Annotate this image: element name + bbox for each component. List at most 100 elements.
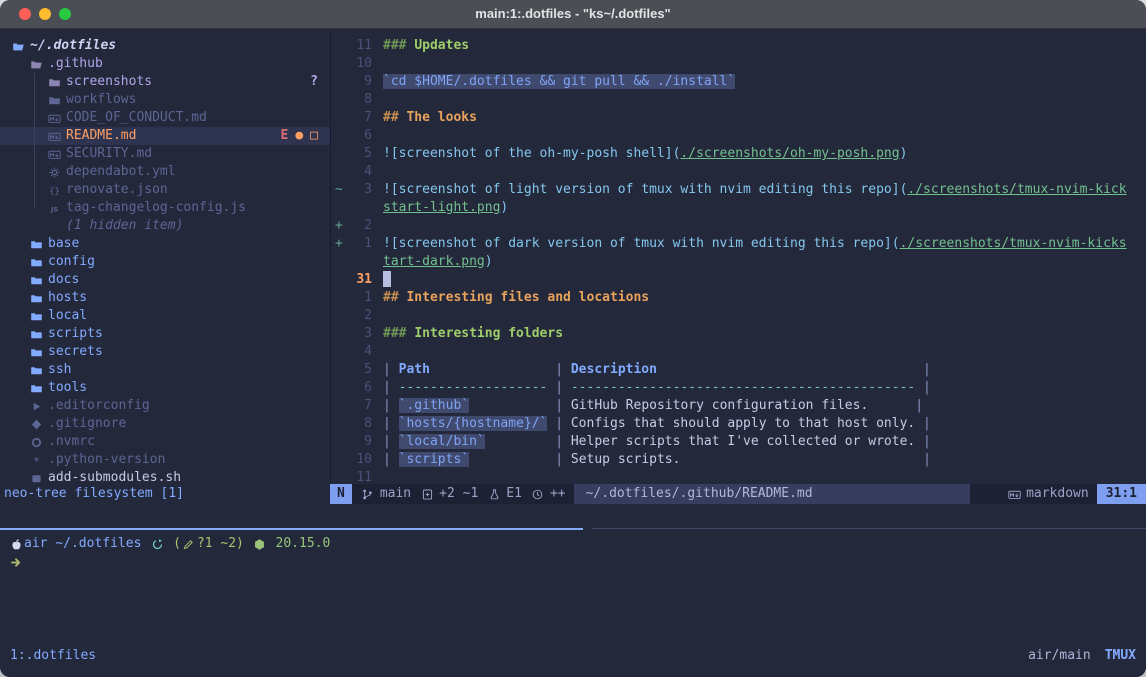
window-title: main:1:.dotfiles - "ks~/.dotfiles" — [475, 5, 670, 23]
line-number: 2 — [350, 307, 372, 325]
editor-line-wrap[interactable]: tart-dark.png) — [331, 253, 1146, 271]
filetype-item: markdown — [1006, 485, 1089, 503]
tree-item--nvmrc[interactable]: .nvmrc — [0, 433, 330, 451]
tree-item-label: .gitignore — [48, 415, 126, 433]
tree-item-screenshots[interactable]: screenshots? — [0, 73, 330, 91]
mode-indicator: N — [330, 484, 352, 504]
editor-line[interactable]: 1## Interesting files and locations — [331, 289, 1146, 307]
tree-item--1-hidden-item-[interactable]: (1 hidden item) — [0, 217, 330, 235]
status-badge: E — [281, 127, 289, 145]
editor-line[interactable]: ~3![screenshot of light version of tmux … — [331, 181, 1146, 199]
editor-line[interactable]: 3### Interesting folders — [331, 325, 1146, 343]
tree-item-local[interactable]: local — [0, 307, 330, 325]
tree-item-label: dependabot.yml — [66, 163, 176, 181]
line-text: ![screenshot of light version of tmux wi… — [372, 181, 1127, 199]
tree-item-tag-changelog-config-js[interactable]: JStag-changelog-config.js — [0, 199, 330, 217]
prompt-input-line[interactable] — [8, 553, 1146, 571]
git-segment-close: ) — [236, 535, 244, 553]
editor-line[interactable]: 8 — [331, 91, 1146, 109]
folder-icon — [28, 344, 44, 360]
tree-item--python-version[interactable]: *.python-version — [0, 451, 330, 469]
tree-item-hosts[interactable]: hosts — [0, 289, 330, 307]
tree-item-label: ~/.dotfiles — [30, 37, 116, 55]
tree-item-label: README.md — [66, 127, 136, 145]
editor-line[interactable]: 7| `.github` | GitHub Repository configu… — [331, 397, 1146, 415]
tree-item-dependabot-yml[interactable]: dependabot.yml — [0, 163, 330, 181]
tree-item-label: .python-version — [48, 451, 165, 469]
editor-line[interactable]: 5| Path | Description | — [331, 361, 1146, 379]
text-cursor — [383, 271, 391, 287]
editor-line[interactable]: 9`cd $HOME/.dotfiles && git pull && ./in… — [331, 73, 1146, 91]
tree-item-tools[interactable]: tools — [0, 379, 330, 397]
editor-line[interactable]: 10| `scripts` | Setup scripts. | — [331, 451, 1146, 469]
prompt-directory: ~/.dotfiles — [55, 535, 141, 553]
zoom-button[interactable] — [59, 8, 71, 20]
git-sign — [331, 37, 350, 55]
line-number: 1 — [350, 289, 372, 307]
line-number: 9 — [350, 73, 372, 91]
editor-line[interactable]: +2 — [331, 217, 1146, 235]
tree-item-label: hosts — [48, 289, 87, 307]
indent-guide — [34, 181, 35, 199]
tree-item-label: renovate.json — [66, 181, 168, 199]
indent-guide — [34, 73, 35, 91]
tree-item-ssh[interactable]: ssh — [0, 361, 330, 379]
tree-item--dotfiles[interactable]: ~/.dotfiles — [0, 37, 330, 55]
editor-line[interactable]: 4 — [331, 163, 1146, 181]
tree-item-base[interactable]: base — [0, 235, 330, 253]
tree-item-renovate-json[interactable]: {}renovate.json — [0, 181, 330, 199]
tree-item-label: ssh — [48, 361, 71, 379]
node-version: 20.15.0 — [276, 535, 331, 553]
editor-line[interactable]: 6| ------------------- | ---------------… — [331, 379, 1146, 397]
tree-item-docs[interactable]: docs — [0, 271, 330, 289]
line-number: 9 — [350, 433, 372, 451]
line-number: 5 — [350, 145, 372, 163]
git-branch-name: main — [380, 485, 411, 503]
line-number: 8 — [350, 415, 372, 433]
svg-text:JS: JS — [49, 205, 57, 213]
git-sign — [331, 361, 350, 379]
editor-line-wrap[interactable]: start-light.png) — [331, 199, 1146, 217]
tree-item--gitignore[interactable]: .gitignore — [0, 415, 330, 433]
tree-item--editorconfig[interactable]: .editorconfig — [0, 397, 330, 415]
git-sign: + — [331, 217, 350, 235]
tree-item-security-md[interactable]: SECURITY.md — [0, 145, 330, 163]
editor-line[interactable]: 7## The looks — [331, 109, 1146, 127]
editor-line[interactable]: 9| `local/bin` | Helper scripts that I'v… — [331, 433, 1146, 451]
editor-line[interactable]: 4 — [331, 343, 1146, 361]
line-text: | `hosts/{hostname}/` | Configs that sho… — [372, 415, 931, 433]
active-pane-border — [0, 528, 583, 530]
tree-item-scripts[interactable]: scripts — [0, 325, 330, 343]
editor-buffer[interactable]: 11### Updates109`cd $HOME/.dotfiles && g… — [331, 37, 1146, 487]
inactive-pane-border — [592, 528, 1146, 529]
editor-line[interactable]: 10 — [331, 55, 1146, 73]
close-button[interactable] — [19, 8, 31, 20]
editor-line[interactable]: 8| `hosts/{hostname}/` | Configs that sh… — [331, 415, 1146, 433]
tree-item--github[interactable]: .github — [0, 55, 330, 73]
git-sign — [331, 325, 350, 343]
tmux-session-name: air/main — [1028, 647, 1091, 665]
tree-item-secrets[interactable]: secrets — [0, 343, 330, 361]
git-diff-item: +2 ~1 — [419, 485, 478, 503]
editor-line[interactable]: 31 — [331, 271, 1146, 289]
tree-item-config[interactable]: config — [0, 253, 330, 271]
editor-line[interactable]: 11### Updates — [331, 37, 1146, 55]
git-sign: + — [331, 235, 350, 253]
tree-item-readme-md[interactable]: README.mdE●□ — [0, 127, 330, 145]
tree-item-code-of-conduct-md[interactable]: CODE_OF_CONDUCT.md — [0, 109, 330, 127]
editor-line[interactable]: 2 — [331, 307, 1146, 325]
tmux-pane-divider[interactable] — [0, 528, 1146, 530]
tree-item-badges: ? — [310, 73, 318, 91]
editor-line[interactable]: 5![screenshot of the oh-my-posh shell](.… — [331, 145, 1146, 163]
minimize-button[interactable] — [39, 8, 51, 20]
diagnostics-item: E1 — [486, 485, 522, 503]
tmux-window-item[interactable]: 1:.dotfiles — [0, 647, 96, 665]
shell-pane[interactable]: air ~/.dotfiles ( ?1 ~2 ) 20.15.0 — [8, 535, 1146, 571]
line-number: 31 — [350, 271, 372, 289]
editor-line[interactable]: +1![screenshot of dark version of tmux w… — [331, 235, 1146, 253]
tree-item-workflows[interactable]: workflows — [0, 91, 330, 109]
markdown-file-icon — [46, 128, 62, 144]
line-number: 10 — [350, 451, 372, 469]
editor-line[interactable]: 6 — [331, 127, 1146, 145]
git-sign — [331, 91, 350, 109]
